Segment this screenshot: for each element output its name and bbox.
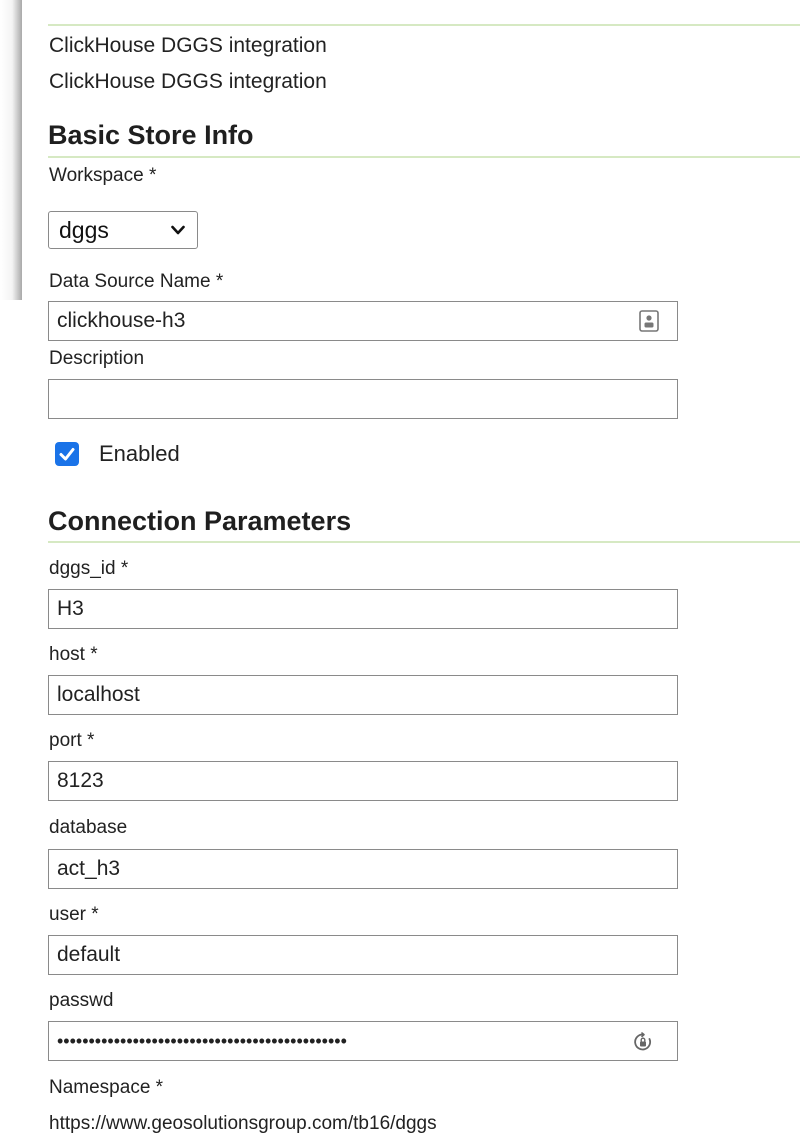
port-value: 8123 (57, 769, 104, 792)
data-source-name-value: clickhouse-h3 (57, 309, 186, 332)
user-field[interactable]: default (48, 935, 678, 975)
database-value: act_h3 (57, 857, 121, 880)
user-label: user * (49, 904, 99, 925)
namespace-value: https://www.geosolutionsgroup.com/tb16/d… (49, 1113, 437, 1134)
passwd-field[interactable]: ••••••••••••••••••••••••••••••••••••••••… (48, 1021, 678, 1061)
passwd-label: passwd (49, 990, 114, 1011)
host-label: host * (49, 644, 98, 665)
port-field[interactable]: 8123 (48, 761, 678, 801)
connection-parameters-heading: Connection Parameters (48, 506, 352, 536)
user-value: default (57, 943, 121, 966)
description-label: Description (49, 348, 145, 369)
chevron-down-icon (171, 225, 185, 235)
data-source-name-label: Data Source Name * (49, 271, 224, 292)
workspace-select-value: dggs (59, 217, 109, 243)
host-field[interactable]: localhost (48, 675, 678, 715)
dggs-id-field[interactable]: H3 (48, 589, 678, 629)
checkmark-icon (59, 448, 75, 461)
description-field[interactable] (48, 379, 678, 419)
store-type-description: ClickHouse DGGS integration (49, 70, 327, 93)
enabled-checkbox[interactable] (55, 442, 79, 466)
basic-store-info-divider (48, 156, 800, 158)
connection-parameters-divider (48, 541, 800, 543)
database-field[interactable]: act_h3 (48, 849, 678, 889)
dggs-id-label: dggs_id * (49, 558, 129, 579)
enabled-label: Enabled (99, 441, 180, 466)
namespace-label: Namespace * (49, 1077, 164, 1098)
store-type-title: ClickHouse DGGS integration (49, 34, 327, 57)
workspace-select[interactable]: dggs (48, 211, 198, 249)
data-source-name-field[interactable]: clickhouse-h3 (48, 301, 678, 341)
database-label: database (49, 817, 128, 838)
passwd-masked-value: ••••••••••••••••••••••••••••••••••••••••… (57, 1031, 347, 1051)
basic-store-info-heading: Basic Store Info (48, 120, 254, 150)
password-manager-icon[interactable] (633, 1031, 653, 1053)
host-value: localhost (57, 683, 140, 706)
left-panel-edge-shadow (0, 0, 22, 300)
contact-card-icon[interactable] (639, 310, 659, 332)
workspace-label: Workspace * (49, 165, 157, 186)
top-divider (48, 24, 800, 26)
dggs-id-value: H3 (57, 597, 84, 620)
port-label: port * (49, 730, 95, 751)
